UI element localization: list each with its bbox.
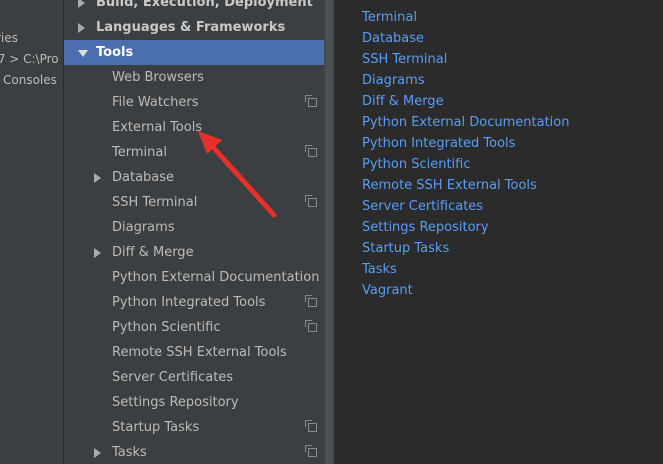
tree-row[interactable]: Python Scientific [64,315,334,340]
tree-row-label: Tools [96,45,134,60]
tree-scrollbar-thumb[interactable] [326,0,332,464]
tool-link[interactable]: Settings Repository [362,217,489,238]
copy-config-icon [305,95,317,107]
tool-link[interactable]: Python External Documentation [362,112,569,133]
tree-row-label: Python External Documentation [112,270,320,285]
tree-row[interactable]: Tasks [64,440,334,464]
tree-row[interactable]: Build, Execution, Deployment [64,0,334,15]
tool-link[interactable]: Tasks [362,259,397,280]
tree-row[interactable]: Server Certificates [64,365,334,390]
tree-row-label: Languages & Frameworks [96,20,286,35]
tree-row[interactable]: Tools [64,40,334,65]
tree-row-label: Diff & Merge [112,245,194,260]
tree-row[interactable]: Database [64,165,334,190]
copy-config-icon [305,145,317,157]
tree-row-label: Python Integrated Tools [112,295,266,310]
tree-row-label: External Tools [112,120,203,135]
tree-row-label: Tasks [112,445,147,460]
tree-row[interactable]: Python External Documentation [64,265,334,290]
copy-config-icon [305,445,317,457]
tree-row-label: Startup Tasks [112,420,200,435]
background-consoles-line[interactable]: Consoles [3,73,57,87]
tree-row[interactable]: Diff & Merge [64,240,334,265]
settings-tree[interactable]: Build, Execution, Deployment Languages & … [64,0,334,464]
tree-row-label: SSH Terminal [112,195,198,210]
tool-link[interactable]: Python Scientific [362,154,471,175]
tree-row-label: Build, Execution, Deployment [96,0,313,10]
tree-row[interactable]: Languages & Frameworks [64,15,334,40]
triangle-right-icon[interactable] [94,448,101,458]
tree-row[interactable]: External Tools [64,115,334,140]
tree-row-label: Server Certificates [112,370,234,385]
tree-row[interactable]: File Watchers [64,90,334,115]
tree-row-label: Diagrams [112,220,175,235]
triangle-right-icon[interactable] [94,248,101,258]
tool-link[interactable]: Startup Tasks [362,238,449,259]
tool-link[interactable]: Diff & Merge [362,91,444,112]
tree-row-label: Settings Repository [112,395,239,410]
copy-config-icon [305,420,317,432]
tree-row[interactable]: Settings Repository [64,390,334,415]
tree-row-label: Python Scientific [112,320,221,335]
tool-link[interactable]: Python Integrated Tools [362,133,515,154]
tool-link[interactable]: Database [362,28,424,49]
tool-link[interactable]: Terminal [362,7,417,28]
tree-row[interactable]: Python Integrated Tools [64,290,334,315]
tree-row[interactable]: SSH Terminal [64,190,334,215]
copy-config-icon [305,295,317,307]
tool-link[interactable]: SSH Terminal [362,49,447,70]
background-text-line: ries [0,31,18,45]
tree-row[interactable]: Diagrams [64,215,334,240]
tree-row[interactable]: Startup Tasks [64,415,334,440]
copy-config-icon [305,195,317,207]
triangle-down-icon[interactable] [78,50,88,57]
tree-row-label: File Watchers [112,95,199,110]
tool-link[interactable]: Remote SSH External Tools [362,175,537,196]
tree-row-label: Terminal [112,145,167,160]
tool-link[interactable]: Vagrant [362,280,413,301]
tree-row-label: Database [112,170,175,185]
tool-link[interactable]: Diagrams [362,70,425,91]
triangle-right-icon[interactable] [78,0,85,8]
tree-row-label: Web Browsers [112,70,204,85]
background-project-panel: ries .7 > C:\Pro Consoles [0,0,63,464]
tree-row[interactable]: Remote SSH External Tools [64,340,334,365]
tool-link[interactable]: External Tools [362,0,452,7]
background-path-line: .7 > C:\Pro [0,52,59,66]
triangle-right-icon[interactable] [78,23,85,33]
tree-row-label: Remote SSH External Tools [112,345,287,360]
tools-content-panel: External ToolsTerminalDatabaseSSH Termin… [335,0,663,464]
triangle-right-icon[interactable] [94,173,101,183]
copy-config-icon [305,320,317,332]
tree-row[interactable]: Terminal [64,140,334,165]
tree-row[interactable]: Web Browsers [64,65,334,90]
tool-link[interactable]: Server Certificates [362,196,483,217]
